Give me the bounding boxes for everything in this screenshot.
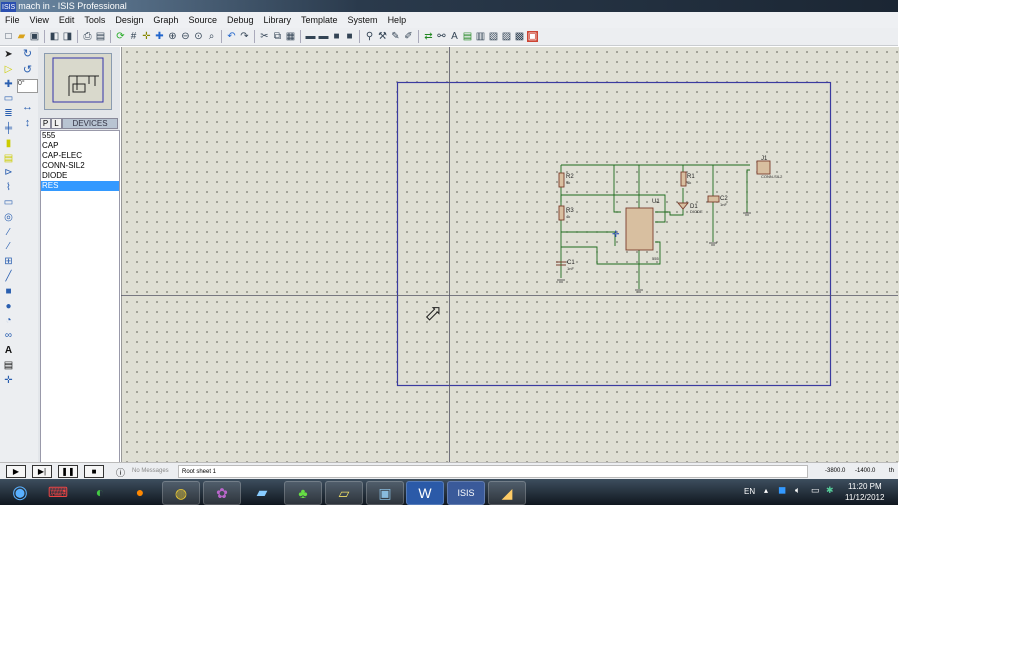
tray-d-icon[interactable]: ◼ [778,485,786,496]
part-value: 1nF [567,266,574,271]
x-coordinate: -3800.0 [825,468,846,474]
cursor-arrow: ⬀ [424,300,442,325]
wires [560,164,750,289]
resistor-r2 [558,172,565,188]
taskbar-app-idm[interactable]: ◐ [82,481,118,503]
y-coordinate: -1400.0 [855,468,876,474]
taskbar-app-sticky[interactable]: ▱ [325,481,363,505]
part-value: 4k [687,180,691,185]
volume-icon[interactable]: 🔈︎ [795,485,800,496]
part-ref: J1 [761,156,768,162]
play-button[interactable]: ▶ [6,465,26,478]
taskbar-app-pictures[interactable]: ▣ [366,481,404,505]
info-icon: ⓘ [116,468,126,478]
taskbar-app-notes[interactable]: ▰ [244,481,280,503]
taskbar-app-ares[interactable]: ◢ [488,481,526,505]
language-indicator[interactable]: EN [744,487,755,496]
resistor-r3 [558,205,565,221]
taskbar-app-word[interactable]: W [406,481,444,505]
part-value: 4k [566,180,570,185]
ic-u1 [625,207,654,251]
part-value: 555 [652,256,659,261]
part-value: 1nF [720,202,727,207]
start-button[interactable]: ◉ [2,481,38,503]
taskbar-app-clover[interactable]: ♣ [284,481,322,505]
show-hidden-icons[interactable]: ▴ [764,486,768,495]
windows-taskbar: ◉ ⌨ ◐ ● ◍ ✿ ▰ ♣ ▱ ▣ W ISIS ◢ EN ▴ ◼ 🔈︎ ▭… [0,479,898,505]
stop-button[interactable]: ■ [84,465,104,478]
ground-symbols [557,212,751,293]
clock-time[interactable]: 11:20 PM [848,482,882,491]
sheet-status: Root sheet 1 [178,465,808,478]
capacitor-c2 [707,195,720,203]
taskbar-app-yahoo[interactable]: ✿ [203,481,241,505]
connector-j1 [756,160,771,175]
status-bar: ▶ ▶| ❚❚ ■ ⓘ No Messages Root sheet 1 -38… [0,462,898,480]
taskbar-app-keyboard[interactable]: ⌨ [40,481,76,503]
taskbar-app-chrome[interactable]: ◍ [162,481,200,505]
taskbar-app-isis[interactable]: ISIS [447,481,485,505]
network-icon[interactable]: ▭ [811,485,820,496]
cursor-cross: ✛ [612,229,620,239]
tray-app-icon[interactable]: ✱ [826,485,834,496]
part-value: DIODE [690,209,703,214]
resistor-r1 [680,171,687,187]
clock-date[interactable]: 11/12/2012 [845,493,884,502]
step-button[interactable]: ▶| [32,465,52,478]
part-ref: U1 [652,199,660,205]
schematic-drawing: ✛ ⬀ R24k R34k C11nF U1555 R14k D1DIODE C… [121,47,898,462]
units: th [889,468,895,474]
taskbar-app-firefox[interactable]: ● [122,481,158,503]
diode-d1 [677,202,689,210]
part-value: CONN-SIL2 [761,174,783,179]
components [556,160,771,266]
messages-status[interactable]: No Messages [132,468,169,474]
pause-button[interactable]: ❚❚ [58,465,78,478]
part-value: 4k [566,214,570,219]
